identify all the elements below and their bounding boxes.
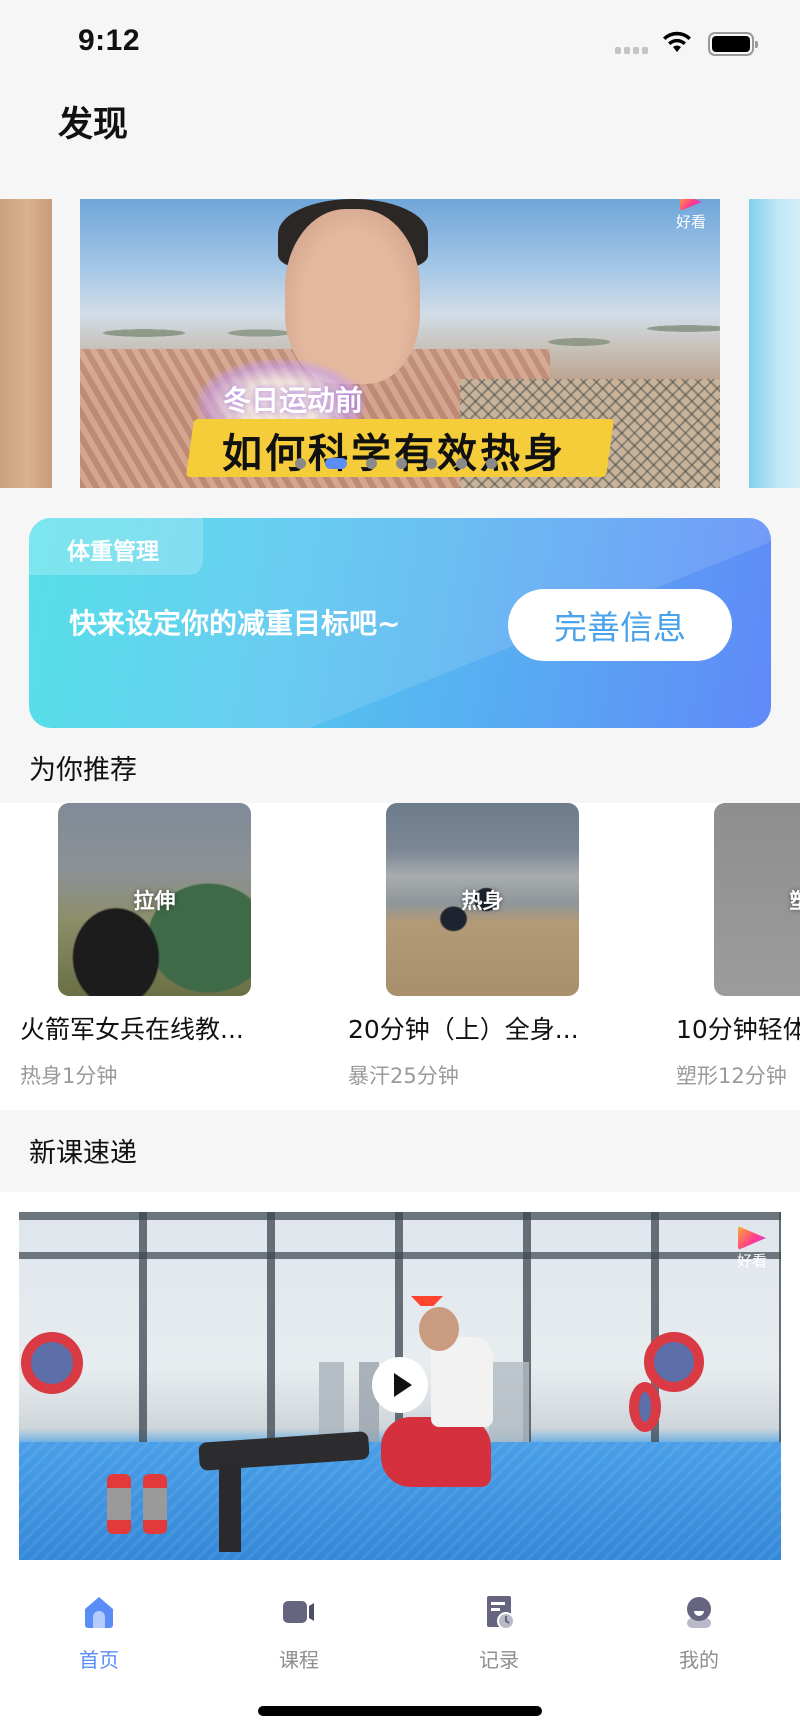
home-indicator[interactable] — [258, 1706, 542, 1716]
record-clock-icon — [487, 1596, 515, 1630]
tab-label: 记录 — [479, 1648, 519, 1672]
weight-management-card[interactable]: 体重管理 快来设定你的减重目标吧~ 完善信息 — [29, 518, 771, 728]
thumbnail-label: 热身 — [461, 888, 504, 913]
complete-info-button[interactable]: 完善信息 — [508, 589, 732, 661]
video-image-window-bar — [19, 1252, 781, 1259]
play-icon — [393, 1373, 412, 1397]
recommend-meta: 热身1分钟 — [20, 1064, 118, 1088]
haokan-logo-icon — [679, 199, 702, 211]
thumbnail-label: 拉伸 — [133, 888, 176, 913]
banner-slide-previous[interactable] — [0, 199, 52, 488]
video-image-person-legs — [381, 1417, 491, 1487]
tab-home[interactable]: 首页 — [39, 1582, 159, 1673]
video-image-weight-plate — [21, 1332, 83, 1394]
haokan-logo-icon — [737, 1226, 766, 1250]
pagination-dot[interactable] — [426, 458, 437, 469]
battery-icon — [708, 32, 758, 56]
recommend-list[interactable]: 拉伸 火箭军女兵在线教... 热身1分钟 热身 20分钟（上）全身... 暴汗2… — [0, 803, 800, 1110]
banner-subtitle: 冬日运动前 — [223, 384, 364, 417]
video-image-weight-plate — [629, 1382, 661, 1432]
tab-records[interactable]: 记录 — [439, 1582, 559, 1673]
pagination-dot-active[interactable] — [325, 458, 347, 469]
recommend-meta: 暴汗25分钟 — [348, 1064, 459, 1088]
home-icon — [85, 1597, 113, 1628]
status-time: 9:12 — [78, 24, 141, 57]
banner-image-face — [285, 209, 420, 384]
pagination-dot[interactable] — [396, 458, 407, 469]
new-courses-section-title: 新课速递 — [29, 1138, 137, 1169]
thumbnail-label: 塑形 — [714, 803, 800, 996]
recommend-title: 10分钟轻体... — [676, 1015, 800, 1044]
video-image-dumbbell — [107, 1474, 131, 1534]
banner-slide-current[interactable]: 冬日运动前 如何科学有效热身 好看 — [80, 199, 720, 488]
recommend-thumbnail[interactable]: 塑形 — [714, 803, 800, 996]
cellular-signal-icon — [615, 47, 648, 54]
video-image-bench-leg — [219, 1462, 241, 1552]
pagination-dot[interactable] — [486, 458, 497, 469]
banner-carousel[interactable]: 冬日运动前 如何科学有效热身 好看 — [0, 199, 800, 488]
video-image-weight-plate — [644, 1332, 704, 1392]
video-camera-icon — [283, 1601, 314, 1623]
weight-card-prompt: 快来设定你的减重目标吧~ — [69, 607, 401, 640]
recommend-thumbnail[interactable]: 拉伸 — [58, 803, 251, 996]
pagination-dot[interactable] — [366, 458, 377, 469]
recommend-title: 火箭军女兵在线教... — [20, 1015, 244, 1044]
recommend-meta: 塑形12分钟 — [676, 1064, 787, 1088]
new-courses-section: 好看 — [0, 1192, 800, 1572]
wifi-icon — [663, 31, 691, 52]
banner-pagination — [295, 458, 497, 469]
haokan-watermark: 好看 — [676, 199, 706, 232]
status-bar: 9:12 — [0, 0, 800, 88]
course-video[interactable]: 好看 — [19, 1212, 781, 1560]
haokan-watermark: 好看 — [737, 1226, 767, 1271]
video-image-person-head — [419, 1307, 459, 1351]
watermark-text: 好看 — [675, 213, 706, 231]
tab-label: 首页 — [79, 1648, 119, 1672]
play-button[interactable] — [372, 1357, 428, 1413]
watermark-text: 好看 — [736, 1252, 767, 1270]
tab-profile[interactable]: 我的 — [639, 1582, 759, 1673]
profile-icon — [687, 1597, 711, 1628]
tab-label: 我的 — [679, 1648, 719, 1672]
page-title: 发现 — [58, 105, 129, 145]
weight-card-tag: 体重管理 — [29, 518, 203, 575]
recommend-thumbnail[interactable]: 热身 — [386, 803, 579, 996]
video-image-dumbbell — [143, 1474, 167, 1534]
tab-courses[interactable]: 课程 — [239, 1582, 359, 1673]
recommend-section-title: 为你推荐 — [29, 755, 137, 786]
tab-label: 课程 — [279, 1648, 319, 1672]
pagination-dot[interactable] — [295, 458, 306, 469]
banner-slide-next[interactable] — [749, 199, 800, 488]
banner-title: 如何科学有效热身 — [222, 431, 566, 477]
pagination-dot[interactable] — [456, 458, 467, 469]
recommend-title: 20分钟（上）全身... — [348, 1015, 579, 1044]
